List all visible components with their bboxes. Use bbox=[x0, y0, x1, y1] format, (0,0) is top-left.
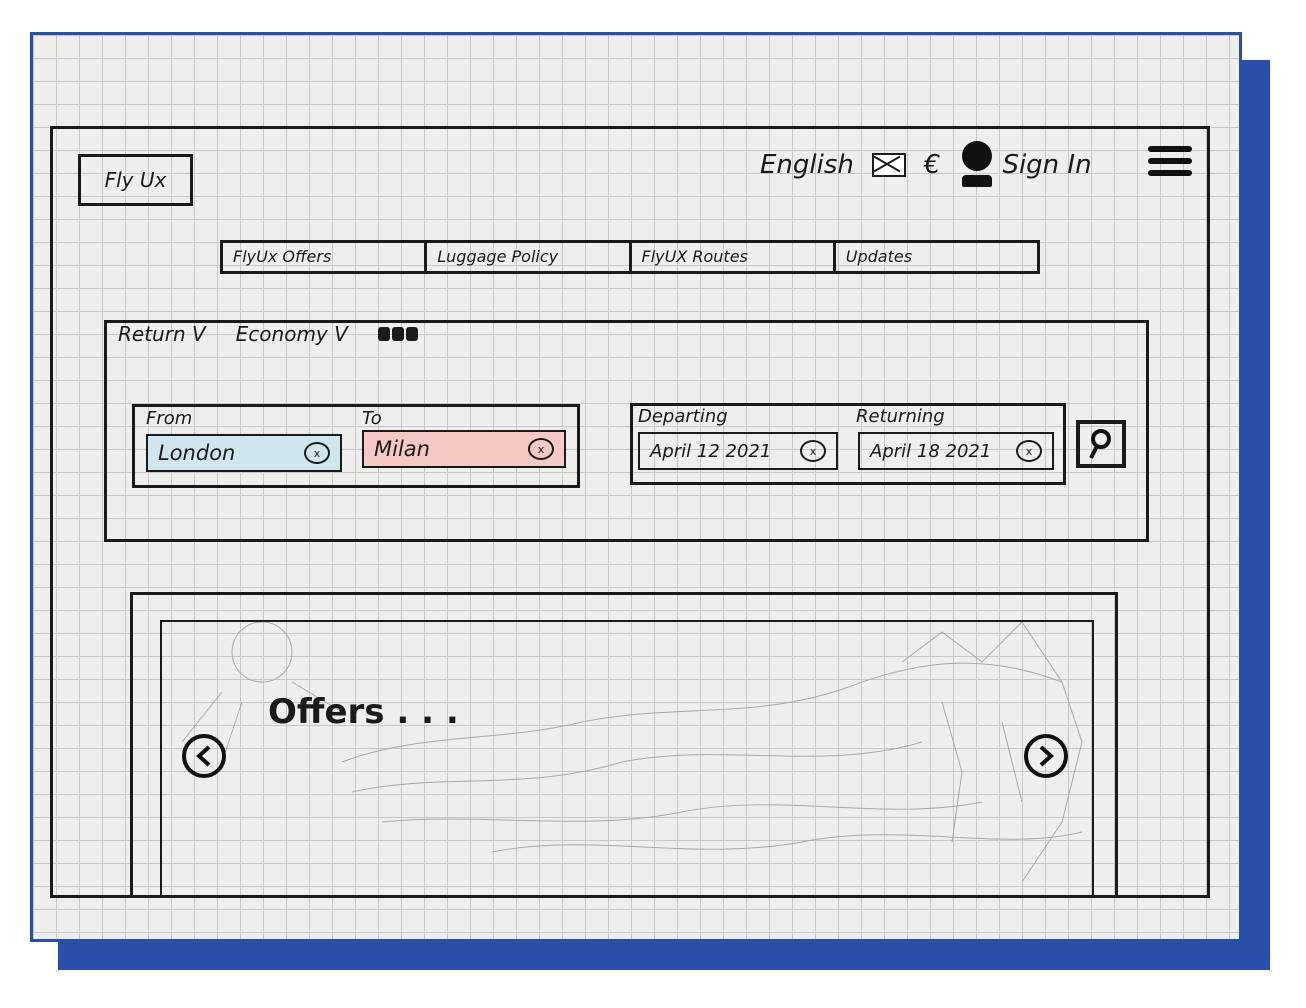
returning-date-input[interactable]: April 18 2021 x bbox=[858, 432, 1054, 470]
clear-departing-icon[interactable]: x bbox=[800, 440, 826, 462]
to-input[interactable]: Milan x bbox=[362, 430, 566, 468]
top-bar: English € Sign In bbox=[760, 140, 1092, 190]
tab-luggage-policy[interactable]: Luggage Policy bbox=[427, 243, 632, 271]
tab-updates[interactable]: Updates bbox=[836, 243, 1037, 271]
carousel-slide bbox=[160, 620, 1094, 898]
sign-in-label: Sign In bbox=[1002, 150, 1092, 180]
landscape-sketch-illustration bbox=[181, 622, 1083, 883]
nav-tabs: FlyUx Offers Luggage Policy FlyUX Routes… bbox=[220, 240, 1040, 274]
chevron-right-icon bbox=[1039, 745, 1054, 767]
currency-selector[interactable]: € bbox=[924, 150, 941, 180]
logo[interactable]: Fly Ux bbox=[78, 154, 193, 206]
user-icon bbox=[958, 141, 996, 189]
departing-label: Departing bbox=[638, 406, 728, 427]
from-value: London bbox=[158, 441, 236, 465]
clear-returning-icon[interactable]: x bbox=[1016, 440, 1042, 462]
search-options: Return V Economy V bbox=[118, 322, 418, 346]
from-input[interactable]: London x bbox=[146, 434, 342, 472]
passenger-luggage-icon[interactable] bbox=[377, 327, 418, 341]
returning-label: Returning bbox=[856, 406, 945, 427]
carousel-prev-button[interactable] bbox=[182, 734, 226, 778]
cabin-class-dropdown[interactable]: Economy V bbox=[236, 322, 348, 346]
chevron-left-icon bbox=[196, 745, 211, 767]
language-selector[interactable]: English bbox=[760, 150, 854, 180]
tab-offers[interactable]: FlyUx Offers bbox=[223, 243, 428, 271]
hamburger-menu-icon[interactable] bbox=[1148, 146, 1192, 176]
to-value: Milan bbox=[374, 437, 430, 461]
clear-from-icon[interactable]: x bbox=[304, 442, 330, 464]
departing-date-input[interactable]: April 12 2021 x bbox=[638, 432, 838, 470]
trip-type-dropdown[interactable]: Return V bbox=[118, 322, 206, 346]
departing-value: April 12 2021 bbox=[650, 440, 772, 462]
returning-value: April 18 2021 bbox=[870, 440, 992, 462]
to-label: To bbox=[362, 408, 382, 429]
clear-to-icon[interactable]: x bbox=[528, 438, 554, 460]
from-label: From bbox=[146, 408, 193, 429]
uk-flag-icon bbox=[871, 153, 906, 177]
sign-in-button[interactable]: Sign In bbox=[958, 141, 1092, 189]
tab-routes[interactable]: FlyUX Routes bbox=[632, 243, 836, 271]
carousel-next-button[interactable] bbox=[1024, 734, 1068, 778]
search-icon bbox=[1089, 429, 1111, 459]
offers-title: Offers . . . bbox=[268, 692, 459, 732]
search-button[interactable] bbox=[1076, 420, 1126, 468]
